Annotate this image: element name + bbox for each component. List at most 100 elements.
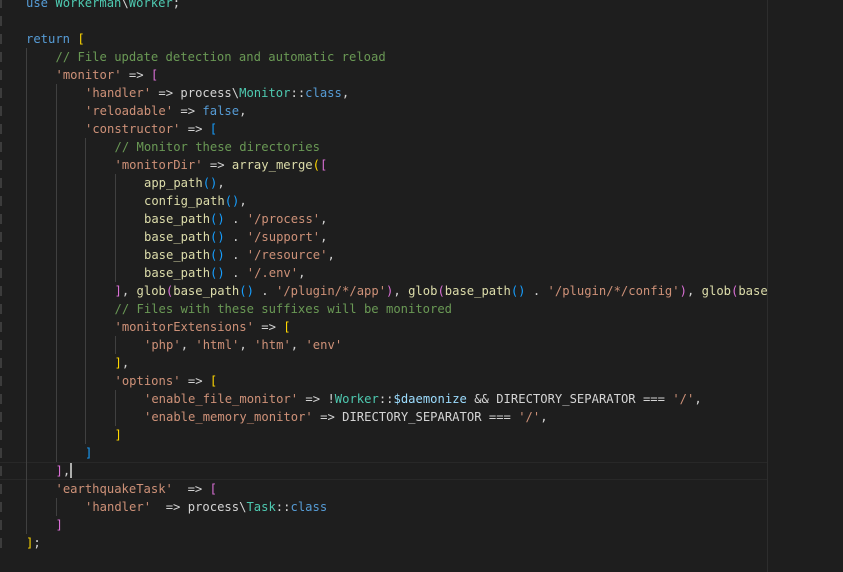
code-token: =>	[173, 104, 203, 118]
code-text: ];	[26, 534, 41, 552]
code-line[interactable]: 'monitorDir' => array_merge([	[0, 156, 767, 174]
code-line[interactable]: 'monitor' => [	[0, 66, 767, 84]
code-token: base_	[738, 284, 767, 298]
code-token: 'constructor'	[85, 122, 181, 136]
line-margin-marker	[0, 412, 2, 422]
code-token: ,	[320, 212, 328, 226]
indent-guide	[55, 318, 57, 336]
indent-guide	[26, 282, 27, 300]
code-line[interactable]: base_path() . '/process',	[0, 210, 767, 228]
indent-guide	[26, 354, 27, 372]
code-line[interactable]: 'handler' => process\Task::class	[0, 498, 767, 516]
code-text: 'handler' => process\Task::class	[85, 498, 327, 516]
code-token: ,	[62, 464, 71, 478]
code-line[interactable]: base_path() . '/support',	[0, 228, 767, 246]
indent-guide	[55, 498, 57, 516]
indent-guide	[26, 408, 27, 426]
code-line[interactable]: 'enable_memory_monitor' => DIRECTORY_SEP…	[0, 408, 767, 426]
code-token: ,	[540, 410, 548, 424]
code-token: =>	[172, 482, 210, 496]
current-line-highlight	[0, 462, 767, 480]
indent-guide	[85, 408, 86, 426]
code-token: ,	[320, 230, 328, 244]
line-margin-marker	[0, 358, 2, 368]
code-line[interactable]: 'handler' => process\Monitor::class,	[0, 84, 767, 102]
code-line[interactable]: // Monitor these directories	[0, 138, 767, 156]
code-line[interactable]: 'monitorExtensions' => [	[0, 318, 767, 336]
code-token: 'env'	[305, 338, 343, 352]
indent-guide	[26, 390, 27, 408]
code-token: 'monitor'	[55, 68, 122, 82]
code-text: return [	[26, 30, 85, 48]
indent-guide	[85, 372, 86, 390]
code-text: 'reloadable' => false,	[85, 102, 246, 120]
code-token: '/plugin/*/app'	[275, 284, 387, 298]
code-token: .	[224, 212, 247, 226]
code-text: ],	[115, 354, 130, 372]
indent-guide	[26, 228, 27, 246]
indent-guide	[114, 390, 116, 408]
code-line[interactable]: 'constructor' => [	[0, 120, 767, 138]
indent-guide	[26, 192, 27, 210]
indent-guide	[55, 210, 57, 228]
code-token: '/process'	[246, 212, 321, 226]
code-text: // Files with these suffixes will be mon…	[115, 300, 453, 318]
code-line[interactable]: // Files with these suffixes will be mon…	[0, 300, 767, 318]
indent-guide	[55, 264, 57, 282]
code-token: '/support'	[246, 230, 321, 244]
indent-guide	[85, 300, 86, 318]
code-line[interactable]: base_path() . '/.env',	[0, 264, 767, 282]
code-line[interactable]: ]	[0, 444, 767, 462]
minimap[interactable]	[767, 0, 843, 572]
indent-guide	[26, 264, 27, 282]
code-line[interactable]: ]	[0, 426, 767, 444]
indent-guide	[26, 156, 27, 174]
indent-guide	[85, 246, 86, 264]
indent-guide	[26, 48, 27, 66]
code-token: ()	[210, 230, 225, 244]
code-line[interactable]: 'earthquakeTask' => [	[0, 480, 767, 498]
code-token: '/'	[518, 410, 541, 424]
indent-guide	[85, 354, 86, 372]
code-line[interactable]	[0, 12, 767, 30]
code-text: 'monitor' => [	[56, 66, 159, 84]
code-token: .	[253, 284, 276, 298]
line-margin-marker	[0, 160, 2, 170]
code-line[interactable]: ]	[0, 516, 767, 534]
code-text: // Monitor these directories	[115, 138, 320, 156]
code-token: [	[283, 320, 291, 334]
indent-guide	[55, 336, 57, 354]
code-line[interactable]: app_path(),	[0, 174, 767, 192]
code-line[interactable]: ],	[0, 462, 767, 480]
code-token: ()	[210, 212, 225, 226]
code-line[interactable]: config_path(),	[0, 192, 767, 210]
indent-guide	[85, 156, 86, 174]
code-token: 'monitorExtensions'	[114, 320, 254, 334]
code-line[interactable]: 'enable_file_monitor' => !Worker::$daemo…	[0, 390, 767, 408]
indent-guide	[55, 174, 57, 192]
code-token: [	[209, 374, 218, 388]
code-token: =>	[253, 320, 284, 334]
code-line[interactable]: ], glob(base_path() . '/plugin/*/app'), …	[0, 282, 767, 300]
code-token: config_path	[144, 194, 225, 208]
code-line[interactable]: ];	[0, 534, 767, 552]
code-line[interactable]: // File update detection and automatic r…	[0, 48, 767, 66]
indent-guide	[55, 300, 57, 318]
code-line[interactable]: base_path() . '/resource',	[0, 246, 767, 264]
code-text: 'earthquakeTask' => [	[56, 480, 217, 498]
indent-guide	[55, 444, 57, 462]
code-line[interactable]: use Workerman\Worker;	[0, 0, 767, 12]
code-line[interactable]: 'options' => [	[0, 372, 767, 390]
code-editor[interactable]: use Workerman\Worker; return [// File upd…	[0, 0, 767, 572]
code-line[interactable]: 'php', 'html', 'htm', 'env'	[0, 336, 767, 354]
code-token: glob	[701, 284, 731, 298]
code-line[interactable]: return [	[0, 30, 767, 48]
code-text: ]	[56, 516, 63, 534]
code-text: base_path() . '/process',	[144, 210, 327, 228]
code-line[interactable]: ],	[0, 354, 767, 372]
code-token: 'earthquakeTask'	[55, 482, 173, 496]
code-token: ()	[224, 194, 240, 208]
code-token: => process\	[151, 500, 247, 514]
code-line[interactable]: 'reloadable' => false,	[0, 102, 767, 120]
indent-guide	[55, 120, 57, 138]
